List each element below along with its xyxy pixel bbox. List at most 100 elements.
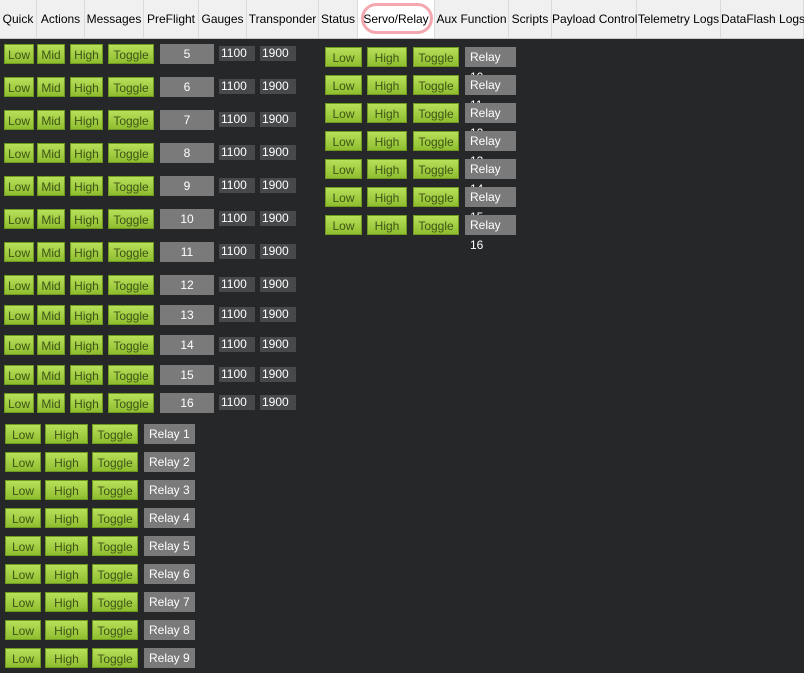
relay-toggle-button[interactable]: Toggle bbox=[413, 159, 459, 179]
servo-high-pwm-input[interactable]: 1900 bbox=[260, 367, 296, 382]
servo-mid-button[interactable]: Mid bbox=[37, 143, 65, 163]
servo-toggle-button[interactable]: Toggle bbox=[108, 176, 154, 196]
servo-high-pwm-input[interactable]: 1900 bbox=[260, 211, 296, 226]
servo-low-button[interactable]: Low bbox=[4, 176, 34, 196]
servo-low-button[interactable]: Low bbox=[4, 335, 34, 355]
servo-high-pwm-input[interactable]: 1900 bbox=[260, 337, 296, 352]
servo-low-pwm-input[interactable]: 1100 bbox=[219, 79, 255, 94]
servo-mid-button[interactable]: Mid bbox=[37, 44, 65, 64]
servo-high-pwm-input[interactable]: 1900 bbox=[260, 244, 296, 259]
servo-toggle-button[interactable]: Toggle bbox=[108, 44, 154, 64]
servo-low-button[interactable]: Low bbox=[4, 242, 34, 262]
servo-toggle-button[interactable]: Toggle bbox=[108, 365, 154, 385]
relay-high-button[interactable]: High bbox=[367, 187, 407, 207]
servo-low-pwm-input[interactable]: 1100 bbox=[219, 307, 255, 322]
relay-toggle-button[interactable]: Toggle bbox=[92, 648, 138, 668]
servo-high-button[interactable]: High bbox=[70, 176, 103, 196]
relay-low-button[interactable]: Low bbox=[5, 648, 41, 668]
relay-low-button[interactable]: Low bbox=[325, 187, 362, 207]
servo-high-pwm-input[interactable]: 1900 bbox=[260, 79, 296, 94]
servo-high-button[interactable]: High bbox=[70, 242, 103, 262]
servo-high-pwm-input[interactable]: 1900 bbox=[260, 395, 296, 410]
servo-high-button[interactable]: High bbox=[70, 275, 103, 295]
relay-low-button[interactable]: Low bbox=[325, 159, 362, 179]
relay-high-button[interactable]: High bbox=[367, 103, 407, 123]
servo-low-pwm-input[interactable]: 1100 bbox=[219, 178, 255, 193]
servo-low-pwm-input[interactable]: 1100 bbox=[219, 112, 255, 127]
relay-low-button[interactable]: Low bbox=[325, 47, 362, 67]
relay-high-button[interactable]: High bbox=[45, 508, 88, 528]
relay-low-button[interactable]: Low bbox=[325, 131, 362, 151]
relay-high-button[interactable]: High bbox=[45, 620, 88, 640]
relay-high-button[interactable]: High bbox=[367, 131, 407, 151]
relay-toggle-button[interactable]: Toggle bbox=[92, 564, 138, 584]
servo-mid-button[interactable]: Mid bbox=[37, 365, 65, 385]
servo-high-button[interactable]: High bbox=[70, 110, 103, 130]
servo-toggle-button[interactable]: Toggle bbox=[108, 305, 154, 325]
relay-high-button[interactable]: High bbox=[367, 47, 407, 67]
relay-low-button[interactable]: Low bbox=[5, 592, 41, 612]
servo-high-pwm-input[interactable]: 1900 bbox=[260, 178, 296, 193]
tab-servo-relay[interactable]: Servo/Relay bbox=[358, 0, 435, 38]
servo-high-button[interactable]: High bbox=[70, 77, 103, 97]
servo-low-pwm-input[interactable]: 1100 bbox=[219, 46, 255, 61]
relay-toggle-button[interactable]: Toggle bbox=[413, 131, 459, 151]
servo-low-pwm-input[interactable]: 1100 bbox=[219, 395, 255, 410]
servo-high-pwm-input[interactable]: 1900 bbox=[260, 307, 296, 322]
relay-high-button[interactable]: High bbox=[367, 75, 407, 95]
servo-mid-button[interactable]: Mid bbox=[37, 393, 65, 413]
servo-toggle-button[interactable]: Toggle bbox=[108, 393, 154, 413]
relay-toggle-button[interactable]: Toggle bbox=[92, 452, 138, 472]
relay-high-button[interactable]: High bbox=[367, 159, 407, 179]
relay-toggle-button[interactable]: Toggle bbox=[413, 47, 459, 67]
servo-low-button[interactable]: Low bbox=[4, 77, 34, 97]
servo-toggle-button[interactable]: Toggle bbox=[108, 209, 154, 229]
servo-high-button[interactable]: High bbox=[70, 143, 103, 163]
servo-low-button[interactable]: Low bbox=[4, 305, 34, 325]
relay-low-button[interactable]: Low bbox=[325, 215, 362, 235]
relay-toggle-button[interactable]: Toggle bbox=[92, 480, 138, 500]
servo-mid-button[interactable]: Mid bbox=[37, 77, 65, 97]
relay-toggle-button[interactable]: Toggle bbox=[413, 187, 459, 207]
tab-aux-function[interactable]: Aux Function bbox=[435, 0, 509, 38]
tab-actions[interactable]: Actions bbox=[37, 0, 85, 38]
relay-low-button[interactable]: Low bbox=[5, 620, 41, 640]
servo-low-button[interactable]: Low bbox=[4, 365, 34, 385]
servo-toggle-button[interactable]: Toggle bbox=[108, 242, 154, 262]
tab-telemetry-logs[interactable]: Telemetry Logs bbox=[637, 0, 721, 38]
servo-high-button[interactable]: High bbox=[70, 365, 103, 385]
relay-high-button[interactable]: High bbox=[45, 592, 88, 612]
relay-toggle-button[interactable]: Toggle bbox=[92, 620, 138, 640]
servo-toggle-button[interactable]: Toggle bbox=[108, 110, 154, 130]
tab-scripts[interactable]: Scripts bbox=[509, 0, 552, 38]
relay-high-button[interactable]: High bbox=[45, 564, 88, 584]
servo-mid-button[interactable]: Mid bbox=[37, 176, 65, 196]
relay-low-button[interactable]: Low bbox=[325, 75, 362, 95]
relay-low-button[interactable]: Low bbox=[5, 564, 41, 584]
servo-low-pwm-input[interactable]: 1100 bbox=[219, 277, 255, 292]
servo-mid-button[interactable]: Mid bbox=[37, 335, 65, 355]
relay-low-button[interactable]: Low bbox=[325, 103, 362, 123]
tab-dataflash-logs[interactable]: DataFlash Logs bbox=[721, 0, 804, 38]
servo-toggle-button[interactable]: Toggle bbox=[108, 335, 154, 355]
servo-low-pwm-input[interactable]: 1100 bbox=[219, 367, 255, 382]
tab-messages[interactable]: Messages bbox=[85, 0, 144, 38]
servo-mid-button[interactable]: Mid bbox=[37, 305, 65, 325]
relay-low-button[interactable]: Low bbox=[5, 452, 41, 472]
relay-low-button[interactable]: Low bbox=[5, 480, 41, 500]
tab-quick[interactable]: Quick bbox=[0, 0, 37, 38]
relay-high-button[interactable]: High bbox=[45, 424, 88, 444]
relay-toggle-button[interactable]: Toggle bbox=[413, 103, 459, 123]
servo-low-pwm-input[interactable]: 1100 bbox=[219, 337, 255, 352]
servo-low-button[interactable]: Low bbox=[4, 393, 34, 413]
servo-high-pwm-input[interactable]: 1900 bbox=[260, 112, 296, 127]
tab-payload-control[interactable]: Payload Control bbox=[552, 0, 637, 38]
servo-low-button[interactable]: Low bbox=[4, 44, 34, 64]
relay-toggle-button[interactable]: Toggle bbox=[92, 508, 138, 528]
relay-high-button[interactable]: High bbox=[45, 452, 88, 472]
servo-low-button[interactable]: Low bbox=[4, 110, 34, 130]
relay-high-button[interactable]: High bbox=[45, 480, 88, 500]
tab-gauges[interactable]: Gauges bbox=[199, 0, 247, 38]
relay-low-button[interactable]: Low bbox=[5, 424, 41, 444]
relay-toggle-button[interactable]: Toggle bbox=[92, 592, 138, 612]
